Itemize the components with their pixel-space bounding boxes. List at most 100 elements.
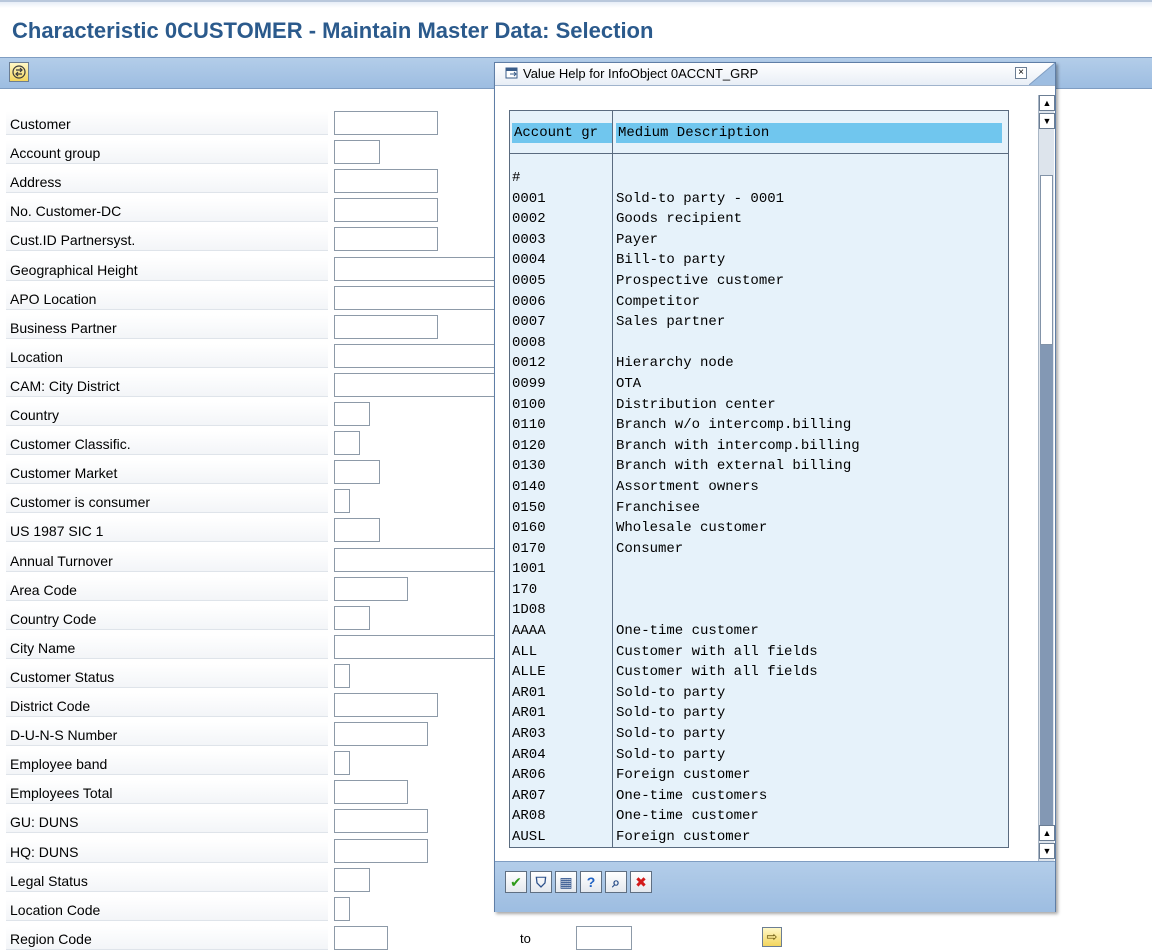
field-input-from[interactable] bbox=[334, 663, 350, 688]
field-input-from[interactable] bbox=[334, 111, 438, 135]
field-input-from[interactable] bbox=[334, 576, 408, 601]
list-item[interactable]: 1001 bbox=[510, 559, 1008, 580]
field-input-from[interactable] bbox=[334, 722, 428, 747]
close-icon[interactable]: × bbox=[1015, 67, 1027, 79]
account-group-code: ALL bbox=[512, 643, 538, 660]
field-input-from[interactable] bbox=[334, 431, 360, 456]
list-item[interactable]: AR07 One-time customers bbox=[510, 786, 1008, 807]
account-group-description: Foreign customer bbox=[616, 767, 751, 784]
list-item[interactable]: AR01 Sold-to party bbox=[510, 703, 1008, 724]
list-item[interactable]: 0005 Prospective customer bbox=[510, 271, 1008, 292]
list-item[interactable]: 0100 Distribution center bbox=[510, 395, 1008, 416]
list-item[interactable]: 0012 Hierarchy node bbox=[510, 353, 1008, 374]
account-group-code: 1001 bbox=[512, 561, 546, 578]
list-item[interactable]: AUSL Foreign customer bbox=[510, 827, 1008, 847]
vertical-scrollbar[interactable]: ▲ ▼ ▲ ▼ bbox=[1038, 95, 1055, 861]
list-item[interactable]: 0120 Branch with intercomp.billing bbox=[510, 436, 1008, 457]
field-input-from[interactable] bbox=[334, 809, 428, 834]
account-group-code: 0099 bbox=[512, 375, 546, 392]
field-label: Cust.ID Partnersyst. bbox=[6, 227, 328, 252]
confirm-button[interactable]: ✔ bbox=[505, 871, 527, 893]
dialog-title-bar[interactable]: Value Help for InfoObject 0ACCNT_GRP × bbox=[495, 63, 1055, 86]
field-input-from[interactable] bbox=[334, 169, 438, 194]
list-item[interactable]: 170 bbox=[510, 580, 1008, 601]
field-input-from[interactable] bbox=[334, 547, 504, 572]
list-item[interactable]: 0150 Franchisee bbox=[510, 498, 1008, 519]
field-label: Location bbox=[6, 343, 328, 368]
list-item[interactable]: AR08 One-time customer bbox=[510, 806, 1008, 827]
field-input-from[interactable] bbox=[334, 314, 438, 339]
account-group-code: 0012 bbox=[512, 355, 546, 372]
list-item[interactable]: AR06 Foreign customer bbox=[510, 765, 1008, 786]
field-input-to[interactable] bbox=[576, 925, 632, 950]
field-input-from[interactable] bbox=[334, 460, 380, 485]
column-header-account-group[interactable]: Account gr bbox=[512, 123, 612, 143]
field-input-from[interactable] bbox=[334, 925, 388, 950]
field-input-from[interactable] bbox=[334, 198, 438, 223]
field-input-from[interactable] bbox=[334, 489, 350, 514]
field-input-from[interactable] bbox=[334, 693, 438, 717]
field-input-from[interactable] bbox=[334, 227, 438, 252]
list-item[interactable]: 0110 Branch w/o intercomp.billing bbox=[510, 415, 1008, 436]
multiple-selection-arrow-icon[interactable]: ⇨ bbox=[762, 926, 782, 947]
scroll-up-button[interactable]: ▲ bbox=[1039, 95, 1055, 111]
account-group-code: 170 bbox=[512, 581, 538, 598]
scrollbar-track[interactable] bbox=[1040, 345, 1053, 825]
list-item[interactable]: 0140 Assortment owners bbox=[510, 477, 1008, 498]
field-input-from[interactable] bbox=[334, 140, 380, 165]
list-item[interactable]: AR01 Sold-to party bbox=[510, 683, 1008, 704]
field-input-from[interactable] bbox=[334, 605, 370, 630]
field-label: Employees Total bbox=[6, 780, 328, 805]
help-button[interactable]: ? bbox=[580, 871, 602, 893]
find-button[interactable]: ⌕ bbox=[605, 871, 627, 893]
field-input-from[interactable] bbox=[334, 285, 504, 310]
list-item[interactable]: AAAA One-time customer bbox=[510, 621, 1008, 642]
multiple-selection-button[interactable]: ▦ bbox=[555, 871, 577, 893]
account-group-description: One-time customers bbox=[616, 787, 768, 804]
field-input-from[interactable] bbox=[334, 372, 504, 397]
list-item[interactable]: 0007 Sales partner bbox=[510, 312, 1008, 333]
account-group-description: Bill-to party bbox=[616, 252, 726, 269]
account-group-description: Franchisee bbox=[616, 499, 701, 516]
scroll-page-up-button[interactable]: ▲ bbox=[1039, 825, 1055, 841]
account-group-code: 0130 bbox=[512, 458, 546, 475]
list-item[interactable]: 0130 Branch with external billing bbox=[510, 456, 1008, 477]
list-item[interactable]: 0008 bbox=[510, 333, 1008, 354]
field-label: Customer Market bbox=[6, 460, 328, 485]
list-item[interactable]: 1D08 bbox=[510, 600, 1008, 621]
list-item[interactable]: ALL Customer with all fields bbox=[510, 642, 1008, 663]
account-group-code: # bbox=[512, 170, 521, 186]
field-input-from[interactable] bbox=[334, 634, 504, 659]
scroll-page-down-button[interactable]: ▼ bbox=[1039, 113, 1055, 129]
field-input-from[interactable] bbox=[334, 751, 350, 776]
field-input-from[interactable] bbox=[334, 896, 350, 921]
field-input-from[interactable] bbox=[334, 518, 380, 543]
list-item[interactable]: AR03 Sold-to party bbox=[510, 724, 1008, 745]
field-label: City Name bbox=[6, 634, 328, 659]
list-item[interactable]: 0001 Sold-to party - 0001 bbox=[510, 189, 1008, 210]
field-input-from[interactable] bbox=[334, 867, 370, 892]
field-input-from[interactable] bbox=[334, 343, 504, 368]
cancel-button[interactable]: ✖ bbox=[630, 871, 652, 893]
list-item[interactable]: 0160 Wholesale customer bbox=[510, 518, 1008, 539]
list-item[interactable]: ALLE Customer with all fields bbox=[510, 662, 1008, 683]
list-item[interactable]: 0003 Payer bbox=[510, 230, 1008, 251]
list-item[interactable]: 0099 OTA bbox=[510, 374, 1008, 395]
list-item[interactable]: 0004 Bill-to party bbox=[510, 250, 1008, 271]
field-input-from[interactable] bbox=[334, 780, 408, 805]
list-item[interactable]: # bbox=[510, 168, 1008, 189]
list-item[interactable]: 0006 Competitor bbox=[510, 292, 1008, 313]
list-item[interactable]: 0002 Goods recipient bbox=[510, 209, 1008, 230]
list-item[interactable]: 0170 Consumer bbox=[510, 539, 1008, 560]
field-input-from[interactable] bbox=[334, 256, 504, 281]
field-input-from[interactable] bbox=[334, 402, 370, 426]
scrollbar-thumb[interactable] bbox=[1040, 175, 1053, 345]
scroll-down-button[interactable]: ▼ bbox=[1039, 843, 1055, 859]
field-input-from[interactable] bbox=[334, 838, 428, 863]
column-header-medium-description[interactable]: Medium Description bbox=[616, 123, 1002, 143]
account-group-code: 0007 bbox=[512, 314, 546, 331]
filter-button[interactable]: ⛉ bbox=[530, 871, 552, 893]
account-group-description: Sold-to party bbox=[616, 746, 726, 763]
execute-button[interactable] bbox=[9, 62, 29, 82]
list-item[interactable]: AR04 Sold-to party bbox=[510, 745, 1008, 766]
